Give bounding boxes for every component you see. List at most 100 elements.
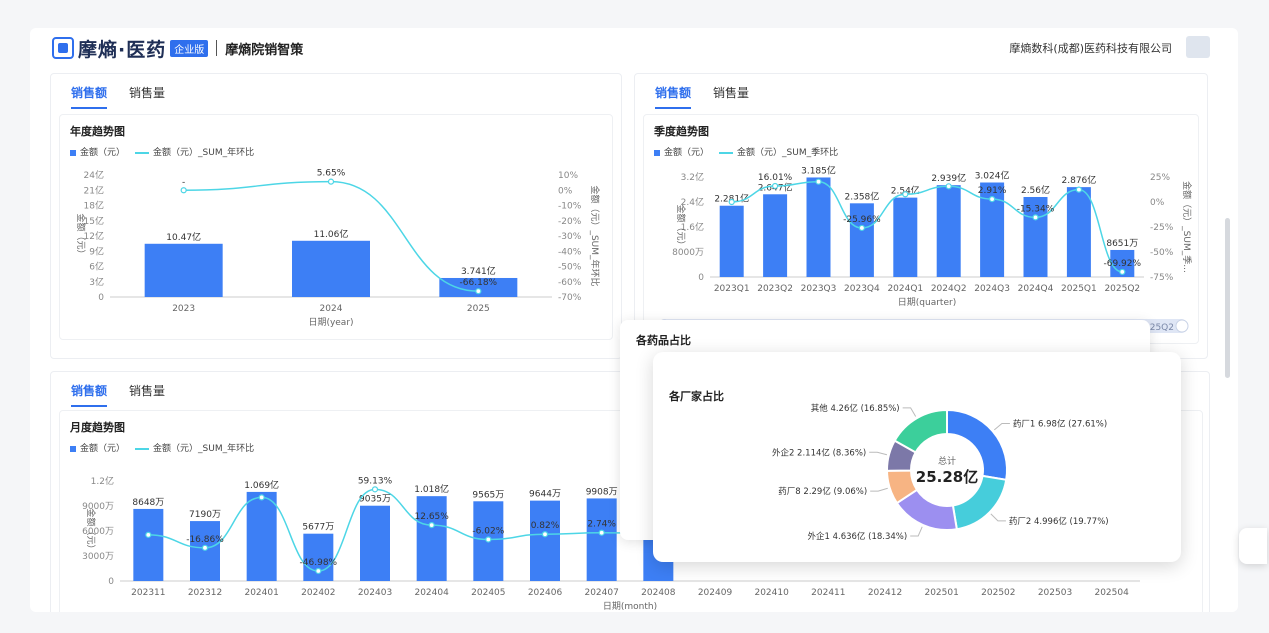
tab-sales-volume[interactable]: 销售量 — [129, 382, 165, 407]
x-tick-label: 2025 — [467, 304, 490, 314]
company-name[interactable]: 摩熵数科(成都)医药科技有限公司 — [1009, 40, 1172, 56]
x-tick-label: 2023Q1 — [714, 284, 750, 294]
bar — [246, 491, 277, 581]
bar-data-label: 2.939亿 — [931, 172, 966, 184]
x-tick-label: 202502 — [981, 588, 1015, 598]
line-point — [258, 494, 265, 501]
y-tick-label: 3亿 — [89, 276, 104, 288]
quarter-chart[interactable]: 3.2亿2.4亿1.6亿8000万025%0%-25%-50%-75%2.281… — [644, 115, 1200, 345]
bar — [1066, 187, 1091, 277]
x-tick-label: 2023Q3 — [801, 284, 837, 294]
bar — [133, 508, 164, 581]
pie-label-line — [870, 487, 888, 492]
x-tick-label: 202312 — [188, 588, 222, 598]
x-tick-label: 2023Q2 — [757, 284, 793, 294]
y-axis-title: 金额（元） — [85, 508, 97, 553]
line-point — [989, 195, 996, 203]
ratio-line — [148, 488, 659, 572]
y-axis-title: 金额（元） — [75, 213, 87, 258]
bar — [416, 496, 447, 581]
x-tick-label: 2024Q3 — [974, 284, 1010, 294]
pie-label-line — [990, 513, 1006, 522]
x-tick-label: 202408 — [641, 588, 676, 598]
tab-sales-amount[interactable]: 销售额 — [655, 84, 692, 109]
line-point — [180, 187, 187, 194]
bar — [144, 243, 223, 297]
x-tick-label: 2025Q2 — [1104, 284, 1140, 294]
line-data-label: -15.34% — [1017, 204, 1055, 214]
pie-label-line — [910, 526, 923, 537]
top-bar: 摩熵·医药 企业版 摩熵院销智策 摩熵数科(成都)医药科技有限公司 — [30, 28, 1238, 68]
tab-sales-amount[interactable]: 销售额 — [71, 382, 108, 407]
y-tick-label: 21亿 — [84, 184, 104, 196]
y2-axis-title: 金额（元）_SUM_季... — [1181, 181, 1193, 273]
bar — [719, 205, 744, 277]
line-point — [902, 191, 909, 198]
x-axis-title: 日期(month) — [603, 601, 657, 612]
line-data-label: -6.02% — [472, 526, 504, 536]
x-tick-label: 202410 — [754, 588, 789, 598]
x-tick-label: 202401 — [244, 588, 278, 598]
line-point — [945, 183, 952, 190]
line-data-label: -66.18% — [460, 278, 498, 288]
x-tick-label: 202406 — [528, 588, 563, 598]
line-point — [858, 224, 865, 232]
x-tick-label: 202411 — [811, 588, 845, 598]
y-tick-label: 24亿 — [84, 169, 104, 181]
line-point — [475, 288, 482, 295]
bar — [806, 177, 831, 277]
y-tick-label: 12亿 — [84, 230, 104, 242]
quarter-tabs: 销售额 销售量 — [655, 84, 749, 109]
pie-slice-label: 其他 4.26亿 (16.85%) — [811, 403, 900, 414]
logo-icon — [52, 37, 74, 59]
bar-data-label: 2.56亿 — [1021, 184, 1050, 196]
pie-label-line — [869, 451, 888, 456]
year-tabs: 销售额 销售量 — [71, 84, 165, 109]
bar-data-label: 3.185亿 — [801, 164, 836, 176]
tab-sales-amount[interactable]: 销售额 — [71, 84, 108, 109]
tab-sales-volume[interactable]: 销售量 — [129, 84, 165, 109]
year-panel: 销售额 销售量 年度趋势图 金额（元） 金额（元）_SUM_年环比 24亿 21亿… — [50, 73, 622, 359]
pie-slice — [893, 408, 948, 454]
y-tick-label: 15亿 — [84, 215, 104, 227]
bar-data-label: 2.358亿 — [845, 190, 880, 202]
vertical-scrollbar[interactable] — [1225, 218, 1230, 378]
line-data-label: 2.74% — [587, 520, 616, 530]
x-tick-label: 2023Q4 — [844, 284, 880, 294]
avatar[interactable] — [1186, 36, 1210, 58]
y-tick-label: 18亿 — [84, 200, 104, 212]
x-tick-label: 2023 — [172, 304, 195, 314]
line-point — [815, 178, 822, 185]
product-name: 摩熵院销智策 — [225, 42, 304, 58]
line-point — [327, 178, 335, 185]
x-tick-label: 202407 — [584, 588, 618, 598]
bar — [936, 185, 961, 277]
x-axis-title: 日期(year) — [308, 317, 353, 328]
side-float-button[interactable] — [1239, 528, 1267, 564]
bar — [530, 500, 560, 581]
factory-pie-chart[interactable]: 药厂1 6.98亿 (27.61%) 药厂2 4.996亿 (19.77%) 外企1… — [653, 352, 1181, 562]
line-point — [428, 522, 435, 529]
line-data-label: - — [182, 177, 185, 187]
y-tick-label: 1.2亿 — [91, 475, 114, 487]
factory-share-popup: 各厂家占比 药厂1 6.98亿 (27.61%) 药厂2 4.996亿 (19.7… — [653, 352, 1181, 562]
y-axis-title: 金额（元） — [675, 204, 687, 249]
x-tick-label: 202501 — [924, 588, 958, 598]
x-tick-label: 202404 — [414, 588, 449, 598]
tab-sales-volume[interactable]: 销售量 — [713, 84, 749, 109]
y2-tick-label: -50% — [558, 263, 582, 273]
bar-data-label: 3.024亿 — [975, 170, 1010, 182]
pie-slice-label: 药厂8 2.29亿 (9.06%) — [778, 486, 867, 497]
year-chart[interactable]: 24亿 21亿 18亿 15亿 12亿 9亿 6亿 3亿 0 10% 0% -10% -20% -30% -… — [60, 115, 614, 341]
y-tick-label: 0 — [108, 577, 114, 587]
y2-tick-label: -20% — [558, 217, 582, 227]
line-point — [1032, 214, 1039, 221]
x-tick-label: 2024Q1 — [887, 284, 923, 294]
line-point — [1119, 268, 1126, 276]
quarter-panel: 销售额 销售量 季度趋势图 金额（元） 金额（元）_SUM_季环比 3.2亿 2.… — [634, 73, 1208, 359]
y-tick-label: 0 — [698, 273, 704, 283]
line-point — [371, 486, 379, 493]
line-point — [201, 544, 209, 551]
y2-tick-label: -10% — [558, 202, 582, 212]
line-data-label: -69.92% — [1104, 259, 1142, 269]
